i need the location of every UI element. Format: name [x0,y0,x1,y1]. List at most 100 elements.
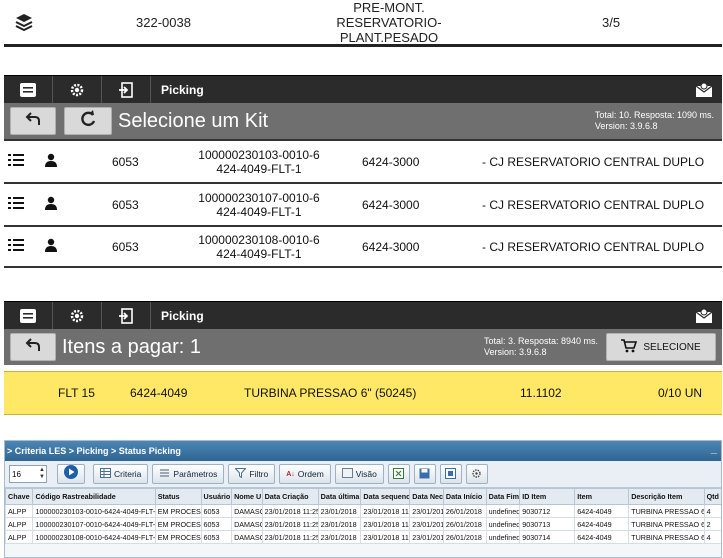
table-cell: 9030712 [519,504,576,518]
kit-row[interactable]: 6053 100000230103-0010-6 424-4049-FLT-1 642… [4,139,722,182]
table-cell: 23/01/201 [409,504,444,518]
table-cell: TURBINA PRESSAO 6" (5 [628,504,705,518]
kit-row[interactable]: 6053 100000230107-0010-6 424-4049-FLT-1 642… [4,182,722,225]
table-cell: 6053 [200,530,233,544]
table-cell: 9030714 [519,530,576,544]
back-arrow-icon [25,337,41,357]
list-icon[interactable] [8,153,24,170]
table-cell: undefined [485,504,521,518]
column-header[interactable]: Usuário [200,488,233,505]
kit-code: 100000230107-0010-6 424-4049-FLT-1 [198,190,320,219]
item-quantity: 0/10 UN [658,386,703,400]
table-cell: 23/01/2018 11:25 [261,504,319,518]
list-icon[interactable] [8,238,24,255]
column-header[interactable]: Qtd [703,488,721,505]
table-cell: DAMASO [231,517,263,531]
table-cell: 4 [703,530,721,544]
window-icon [445,467,457,481]
logout-icon[interactable] [102,302,150,330]
settings-button[interactable] [465,464,488,484]
mail-icon[interactable] [694,80,716,100]
item-part: 6424-4049 [130,386,188,400]
visao-button[interactable]: Visão [334,464,384,484]
params-icon [159,468,170,480]
column-header[interactable]: Data última [317,488,362,505]
column-header[interactable]: Data Fim [485,488,521,505]
page-title: Selecione um Kit [118,109,269,132]
table-cell: 100000230103-0010-6424-4049-FLT-1 [32,504,156,518]
table-row[interactable]: ALPP 100000230103-0010-6424-4049-FLT-1 EM … [5,504,721,518]
parametros-label: Parâmetros [173,469,218,479]
items-toolbar: Itens a pagar: 1 Total: 3. Resposta: 894… [4,329,722,365]
table-row[interactable]: ALPP 100000230107-0010-6424-4049-FLT-1 EM … [5,517,721,531]
window-button[interactable] [439,464,462,484]
select-button-label: SELECIONE [643,341,701,353]
filtro-button[interactable]: Filtro [228,464,276,484]
table-cell: 23/01/201 [409,530,444,544]
table-cell: 6053 [200,504,233,518]
grid-toolbar: 16 ▲ ▼ Criteria Parâmetros Filtro A↓ Orde… [5,461,721,488]
gear-icon[interactable] [53,76,101,104]
column-header[interactable]: Item [574,488,630,505]
breadcrumb-text: > Criteria LES > Picking > Status Pickin… [7,446,181,456]
sort-icon: A↓ [286,470,295,478]
select-button[interactable]: SELECIONE [606,333,716,361]
column-header[interactable]: Chave [5,488,34,505]
app-header: Picking [4,75,722,104]
column-header[interactable]: Descrição Item [628,488,705,505]
table-icon [100,468,111,480]
column-header[interactable]: Status [154,488,202,505]
column-header[interactable]: ID Item [519,488,576,505]
save-button[interactable] [413,464,436,484]
page-size-spinner[interactable]: 16 ▲ ▼ [9,465,47,483]
table-cell: EM PROCESSO [154,530,202,544]
table-cell: 26/01/2018 [442,517,487,531]
app-header: Picking [4,301,722,330]
status-picking-window: > Criteria LES > Picking > Status Pickin… [4,440,722,558]
refresh-button[interactable] [64,107,112,135]
table-cell: ALPP [5,504,34,518]
mail-icon[interactable] [694,306,716,326]
floppy-icon [419,468,430,481]
pending-item-row[interactable]: FLT 15 6424-4049 TURBINA PRESSAO 6" (502… [4,371,722,415]
menu-icon[interactable] [4,302,52,330]
kit-number: 6053 [112,197,139,212]
run-button[interactable] [57,464,85,484]
item-progress: 3/5 [602,14,621,30]
table-cell: ALPP [5,517,34,531]
grid-header-row: Chave Código Rastreabilidade Status Usuário… [5,488,721,505]
current-item-row[interactable]: 322-0038 PRE-MONT. RESERVATORIO- PLANT.P… [4,0,722,47]
criteria-button[interactable]: Criteria [93,464,149,484]
column-header[interactable]: Data Criação [261,488,319,505]
item-description: PRE-MONT. RESERVATORIO- PLANT.PESADO [336,0,442,45]
logout-icon[interactable] [102,76,150,104]
ordem-button[interactable]: A↓ Ordem [279,464,331,484]
cart-icon [621,338,638,356]
table-cell: 23/01/2018 11: [360,530,411,544]
parametros-button[interactable]: Parâmetros [152,464,225,484]
user-icon [44,238,58,255]
breadcrumb: > Criteria LES > Picking > Status Pickin… [5,441,721,461]
back-button[interactable] [10,107,56,135]
minimize-button[interactable]: _ [711,443,717,455]
criteria-label: Criteria [114,469,142,479]
kit-part: 6424-3000 [362,239,420,254]
column-header[interactable]: Nome U [231,488,263,505]
export-excel-button[interactable] [387,464,410,484]
column-header[interactable]: Código Rastreabilidade [32,488,156,505]
column-header[interactable]: Data Início [442,488,487,505]
table-cell: 23/01/2018 [317,517,362,531]
menu-icon[interactable] [4,76,52,104]
table-cell: 23/01/2018 11: [360,504,411,518]
column-header[interactable]: Data sequenc [360,488,411,505]
table-cell: 2 [703,517,721,531]
back-button[interactable] [10,333,56,361]
spinner-arrows-icon[interactable]: ▲ ▼ [39,467,45,481]
table-row[interactable]: ALPP 100000230108-0010-6424-4049-FLT-1 EM … [5,530,721,544]
list-icon[interactable] [8,196,24,213]
kit-number: 6053 [112,154,139,169]
kit-selection-panel: Picking Selecione um Kit Total: 10. Resp… [4,75,722,275]
column-header[interactable]: Data Nec [409,488,444,505]
gear-icon[interactable] [53,302,101,330]
kit-row[interactable]: 6053 100000230108-0010-6 424-4049-FLT-1 642… [4,225,722,268]
